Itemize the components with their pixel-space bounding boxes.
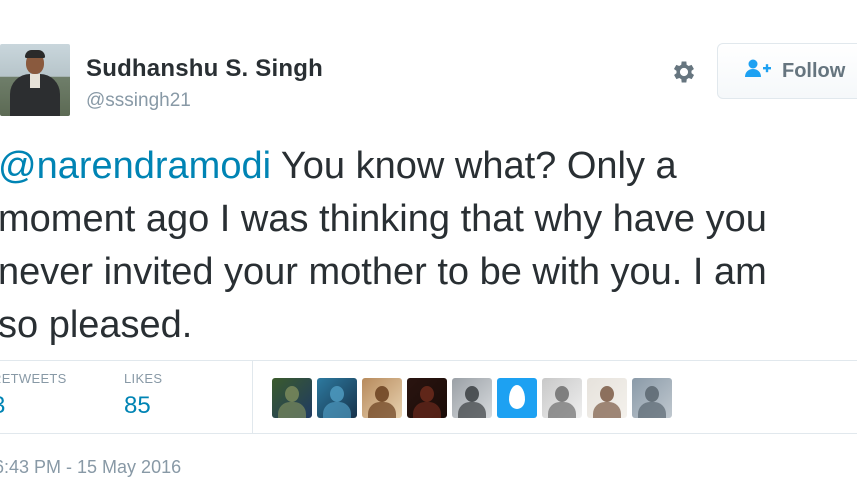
likes-label: LIKES: [124, 371, 163, 386]
gear-icon[interactable]: [668, 56, 700, 88]
retweets-label: RETWEETS: [0, 371, 67, 386]
retweets-stat[interactable]: RETWEETS 3: [0, 371, 67, 420]
liker-avatar-7[interactable]: [542, 378, 582, 418]
tweet-text: @narendramodi You know what? Only a mome…: [0, 140, 857, 352]
likes-count: 85: [124, 392, 151, 419]
tweet-timestamp[interactable]: 6:43 PM - 15 May 2016: [0, 457, 181, 478]
liker-avatar-1[interactable]: [272, 378, 312, 418]
follow-button-label: Follow: [782, 59, 846, 82]
mention-link[interactable]: @narendramodi: [0, 145, 271, 187]
likes-stat[interactable]: LIKES 85: [124, 371, 162, 420]
follow-person-icon: [744, 58, 774, 84]
liker-avatar-2[interactable]: [317, 378, 357, 418]
stats-divider-bottom: [0, 433, 857, 434]
liker-avatar-3[interactable]: [362, 378, 402, 418]
author-name[interactable]: Sudhanshu S. Singh: [86, 55, 323, 83]
likers-avatar-row: [272, 378, 672, 418]
liker-avatar-8[interactable]: [587, 378, 627, 418]
liker-avatar-5[interactable]: [452, 378, 492, 418]
retweets-count: 3: [0, 392, 67, 420]
liker-avatar-6[interactable]: [497, 378, 537, 418]
liker-avatar-9[interactable]: [632, 378, 672, 418]
liker-avatar-4[interactable]: [407, 378, 447, 418]
tweet-card: Sudhanshu S. Singh @sssingh21 Follow @na…: [0, 0, 857, 482]
author-handle[interactable]: @sssingh21: [86, 90, 191, 112]
author-avatar[interactable]: [0, 44, 70, 116]
stats-separator: [252, 360, 253, 433]
follow-button[interactable]: Follow: [717, 43, 857, 99]
stats-divider-top: [0, 360, 857, 361]
